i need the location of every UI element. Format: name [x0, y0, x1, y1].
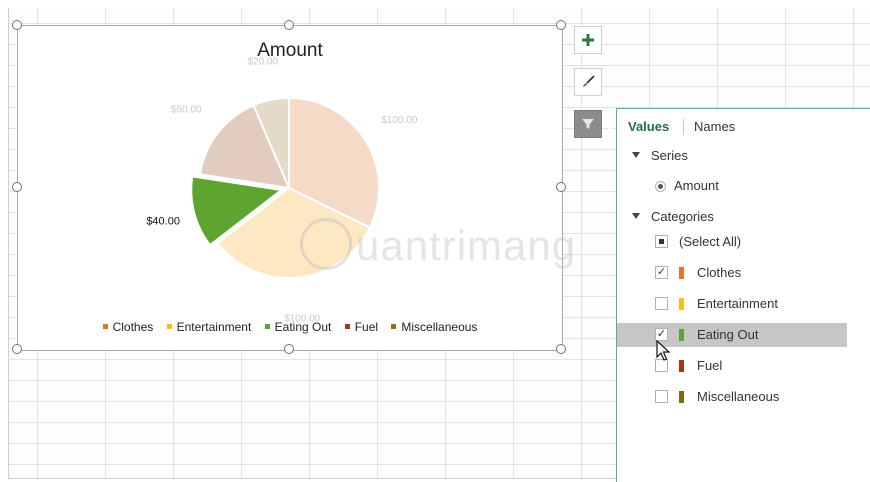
filter-icon [582, 119, 594, 129]
legend-swatch [344, 324, 350, 330]
select-all-label: (Select All) [679, 234, 742, 249]
resize-handle-bottom-left[interactable] [12, 344, 22, 354]
legend-label: Eating Out [274, 320, 332, 334]
category-checkbox[interactable]: ✓ [655, 266, 668, 279]
pie-chart[interactable]: $100.00 $100.00 $40.00 $50.00 $20.00 Amount … [17, 25, 563, 351]
categories-heading: Categories [651, 209, 714, 224]
watermark-lightbulb-icon [300, 218, 352, 270]
legend-label: Entertainment [176, 320, 252, 334]
resize-handle-middle-left[interactable] [12, 182, 22, 192]
resize-handle-middle-right[interactable] [556, 182, 566, 192]
legend-item-fuel: Fuel [344, 320, 379, 334]
resize-handle-bottom-right[interactable] [556, 344, 566, 354]
tab-divider [683, 119, 684, 135]
collapse-triangle-icon [632, 152, 640, 158]
category-label: Entertainment [697, 296, 778, 311]
category-row-entertainment[interactable]: Entertainment [617, 292, 847, 316]
chart-styles-button[interactable] [574, 68, 602, 96]
category-row-fuel[interactable]: Fuel [617, 354, 847, 378]
legend-item-clothes: Clothes [102, 320, 154, 334]
legend-swatch [264, 324, 270, 330]
legend-swatch [102, 324, 108, 330]
series-item-label: Amount [674, 178, 719, 193]
chart-filters-button[interactable] [574, 110, 612, 138]
data-label-fuel: $50.00 [171, 104, 202, 115]
resize-handle-bottom-center[interactable] [284, 344, 294, 354]
category-label: Clothes [697, 265, 742, 280]
chart-elements-button[interactable] [574, 26, 602, 54]
mouse-pointer-icon [656, 340, 671, 361]
category-label: Miscellaneous [697, 389, 780, 404]
category-label: Eating Out [697, 327, 759, 342]
category-color-swatch [679, 329, 684, 341]
category-row-clothes[interactable]: ✓ Clothes [617, 261, 847, 285]
tab-names[interactable]: Names [694, 119, 735, 134]
category-color-swatch [679, 391, 684, 403]
legend-label: Clothes [112, 320, 154, 334]
category-color-swatch [679, 298, 684, 310]
legend-swatch [166, 324, 172, 330]
series-item-amount[interactable]: Amount [617, 174, 847, 198]
resize-handle-top-left[interactable] [12, 20, 22, 30]
category-label: Fuel [697, 358, 723, 373]
chart-filters-panel: Values Names Series Amount Categories (S… [616, 108, 870, 482]
data-label-eating-out: $40.00 [146, 216, 180, 228]
series-radio[interactable] [655, 181, 666, 192]
resize-handle-top-right[interactable] [556, 20, 566, 30]
category-row-miscellaneous[interactable]: Miscellaneous [617, 385, 847, 409]
plus-icon [582, 34, 594, 46]
chart-legend: Clothes Entertainment Eating Out Fuel Mi… [18, 320, 562, 334]
legend-label: Miscellaneous [401, 320, 478, 334]
collapse-triangle-icon [632, 213, 640, 219]
select-all-checkbox[interactable] [655, 235, 668, 248]
category-color-swatch [679, 360, 684, 372]
pie-plot: $100.00$100.00$40.00$50.00$20.00 [146, 57, 418, 325]
watermark-text: uantrimang [356, 222, 577, 269]
series-section-header[interactable]: Series [632, 148, 688, 163]
tab-values[interactable]: Values [628, 119, 669, 134]
brush-icon [583, 75, 595, 87]
series-heading: Series [651, 148, 688, 163]
category-checkbox[interactable] [655, 390, 668, 403]
data-label-clothes: $100.00 [381, 115, 418, 126]
legend-item-entertainment: Entertainment [166, 320, 252, 334]
legend-item-eating-out: Eating Out [264, 320, 332, 334]
category-checkbox[interactable] [655, 297, 668, 310]
select-all-row[interactable]: (Select All) [617, 230, 847, 254]
category-color-swatch [679, 267, 684, 279]
chart-title: Amount [257, 40, 323, 61]
legend-swatch [391, 324, 397, 330]
category-row-eating-out[interactable]: ✓ Eating Out [617, 323, 847, 347]
legend-label: Fuel [354, 320, 379, 334]
resize-handle-top-center[interactable] [284, 20, 294, 30]
categories-section-header[interactable]: Categories [632, 209, 714, 224]
legend-item-miscellaneous: Miscellaneous [391, 320, 477, 334]
